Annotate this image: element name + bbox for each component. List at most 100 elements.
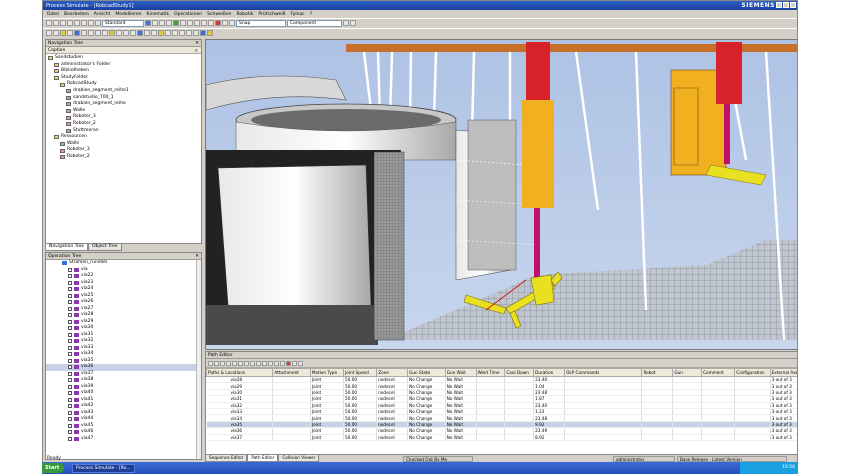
- column-header[interactable]: Robot: [641, 368, 674, 377]
- location-checkbox[interactable]: [68, 391, 72, 396]
- speed-icon[interactable]: [280, 360, 285, 366]
- tree-item[interactable]: Bibliotheken: [48, 68, 199, 75]
- minimize-button[interactable]: [776, 2, 782, 8]
- weld-icon[interactable]: [53, 30, 59, 36]
- settings-icon[interactable]: [298, 360, 303, 366]
- undo-icon[interactable]: [88, 20, 94, 26]
- location-checkbox[interactable]: [68, 332, 72, 337]
- tree-item[interactable]: RobcadStudy: [48, 81, 199, 88]
- move-icon[interactable]: [159, 20, 165, 26]
- location-checkbox[interactable]: [68, 384, 72, 389]
- location-checkbox[interactable]: [68, 300, 72, 305]
- wireframe-icon[interactable]: [229, 20, 235, 26]
- column-header[interactable]: Duration: [533, 368, 566, 377]
- location-checkbox[interactable]: [68, 326, 72, 331]
- location-checkbox[interactable]: [68, 293, 72, 298]
- table-row[interactable]: via37 Joint 50.00 nodecel No Change No Wait 8.…: [206, 434, 797, 441]
- close-icon[interactable]: ✕: [195, 253, 199, 260]
- camera-icon[interactable]: [123, 30, 129, 36]
- graphic-viewer[interactable]: [205, 39, 797, 350]
- close-button[interactable]: [790, 2, 796, 8]
- operation-tree-scrollbar[interactable]: [196, 260, 201, 459]
- layer-icon[interactable]: [137, 30, 143, 36]
- record-icon[interactable]: [215, 20, 221, 26]
- paste-icon[interactable]: [81, 20, 87, 26]
- home-icon[interactable]: [172, 30, 178, 36]
- maximize-button[interactable]: [783, 2, 789, 8]
- tab-collision-viewer[interactable]: Collision Viewer: [278, 455, 320, 462]
- rotate-icon[interactable]: [166, 20, 172, 26]
- step-back-icon[interactable]: [109, 30, 115, 36]
- down-icon[interactable]: [226, 360, 231, 366]
- add-icon[interactable]: [208, 360, 213, 366]
- filter-icon[interactable]: [292, 360, 297, 366]
- menu-item[interactable]: ?: [310, 12, 312, 17]
- column-header[interactable]: Gun: [672, 368, 703, 377]
- close-icon[interactable]: ✕: [195, 40, 199, 47]
- tree-item[interactable]: Walle: [48, 108, 199, 115]
- print-icon[interactable]: [200, 30, 206, 36]
- fit-icon[interactable]: [208, 20, 214, 26]
- location-checkbox[interactable]: [68, 267, 72, 272]
- prev-icon[interactable]: [238, 360, 243, 366]
- column-header[interactable]: Motion Type: [309, 368, 345, 377]
- play-icon[interactable]: [256, 360, 261, 366]
- location-checkbox[interactable]: [68, 436, 72, 441]
- location-checkbox[interactable]: [68, 319, 72, 324]
- gun-icon[interactable]: [67, 30, 73, 36]
- menu-item[interactable]: Fylnac: [291, 12, 305, 17]
- operation-location[interactable]: via47: [46, 436, 201, 443]
- column-header[interactable]: Joint Speed: [343, 368, 378, 377]
- record-icon[interactable]: [286, 360, 291, 366]
- frame-icon[interactable]: [158, 30, 164, 36]
- new-icon[interactable]: [46, 20, 52, 26]
- stop-icon[interactable]: [187, 20, 193, 26]
- play-icon[interactable]: [173, 20, 179, 26]
- redo-icon[interactable]: [95, 20, 101, 26]
- teach-icon[interactable]: [74, 30, 80, 36]
- standard-combo[interactable]: Standard: [102, 19, 144, 27]
- light-icon[interactable]: [130, 30, 136, 36]
- cut-icon[interactable]: [67, 20, 73, 26]
- start-button[interactable]: Start: [42, 463, 64, 473]
- stop-icon[interactable]: [250, 360, 255, 366]
- menu-item[interactable]: Ansicht: [94, 12, 111, 17]
- tcp-icon[interactable]: [165, 30, 171, 36]
- select-icon[interactable]: [152, 20, 158, 26]
- pick-icon[interactable]: [350, 20, 356, 26]
- note-icon[interactable]: [193, 30, 199, 36]
- jog-icon[interactable]: [81, 30, 87, 36]
- location-checkbox[interactable]: [68, 430, 72, 435]
- zoom-out-icon[interactable]: [201, 20, 207, 26]
- location-checkbox[interactable]: [68, 371, 72, 376]
- column-header[interactable]: Gun State: [407, 368, 446, 377]
- location-checkbox[interactable]: [68, 404, 72, 409]
- location-checkbox[interactable]: [68, 378, 72, 383]
- menu-item[interactable]: Robotik: [236, 12, 253, 17]
- new-op-icon[interactable]: [46, 30, 52, 36]
- help-icon[interactable]: [207, 30, 213, 36]
- sim-icon[interactable]: [102, 30, 108, 36]
- menu-item[interactable]: Bearbeiten: [64, 12, 89, 17]
- location-checkbox[interactable]: [68, 423, 72, 428]
- column-header[interactable]: Attachment: [272, 368, 311, 377]
- color-icon[interactable]: [144, 30, 150, 36]
- location-checkbox[interactable]: [68, 287, 72, 292]
- remove-icon[interactable]: [214, 360, 219, 366]
- location-checkbox[interactable]: [68, 313, 72, 318]
- menu-item[interactable]: Operationen: [174, 12, 202, 17]
- tree-item[interactable]: Roboter_2: [48, 121, 199, 128]
- loop-icon[interactable]: [274, 360, 279, 366]
- column-header[interactable]: Weld Time: [475, 368, 506, 377]
- tree-item[interactable]: Ressourcen: [48, 134, 199, 141]
- first-icon[interactable]: [232, 360, 237, 366]
- component-combo[interactable]: Component: [287, 19, 342, 27]
- column-header[interactable]: Gun Wait: [444, 368, 477, 377]
- zoom-in-icon[interactable]: [194, 20, 200, 26]
- menu-item[interactable]: Prüfschweiß: [258, 12, 285, 17]
- filter-icon[interactable]: [343, 20, 349, 26]
- tab-navigation-tree[interactable]: Navigation Tree: [45, 244, 89, 251]
- column-header[interactable]: External Axes: [769, 368, 797, 377]
- column-header[interactable]: OLP Commands: [564, 368, 643, 377]
- column-header[interactable]: Cool Down: [504, 368, 535, 377]
